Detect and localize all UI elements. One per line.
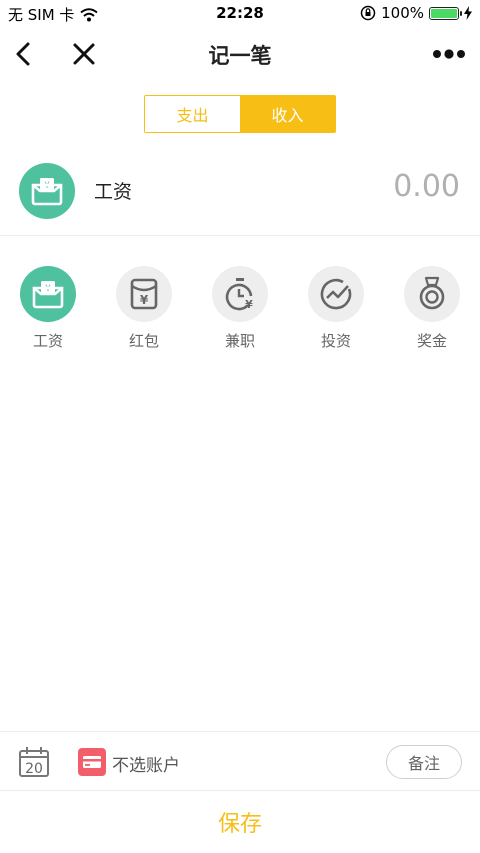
nav-bar: 记一笔 — [0, 28, 480, 80]
account-selector[interactable]: 不选账户 — [112, 751, 180, 776]
category-grid: ¥ 工资 ¥ 红包 ¥ 兼职 投资 奖金 — [0, 266, 480, 366]
category-item-salary[interactable]: ¥ 工资 — [0, 266, 96, 351]
more-icon[interactable] — [432, 42, 466, 66]
wallet-icon: ¥ — [31, 178, 63, 206]
selected-category-label: 工资 — [94, 181, 133, 203]
status-right: 100% — [360, 4, 472, 22]
trend-icon — [320, 278, 352, 310]
tab-expense[interactable]: 支出 — [145, 96, 240, 132]
tab-income[interactable]: 收入 — [240, 96, 335, 132]
page-title: 记一笔 — [208, 44, 272, 68]
category-label: 工资 — [32, 332, 63, 350]
save-button[interactable]: 保存 — [0, 791, 480, 853]
stopwatch-yen-icon: ¥ — [225, 278, 253, 311]
category-label: 兼职 — [224, 332, 255, 350]
amount-display[interactable]: 0.00 — [393, 169, 460, 204]
svg-text:¥: ¥ — [140, 293, 149, 307]
category-icon-bg — [404, 266, 460, 322]
charging-bolt-icon — [464, 6, 472, 20]
category-label: 投资 — [320, 332, 351, 350]
medal-icon — [419, 276, 445, 310]
category-item-part-time[interactable]: ¥ 兼职 — [192, 266, 288, 351]
battery-icon — [429, 6, 462, 20]
category-item-investment[interactable]: 投资 — [288, 266, 384, 351]
category-label: 红包 — [128, 332, 159, 350]
orientation-lock-icon — [360, 5, 376, 21]
category-icon-bg: ¥ — [212, 266, 268, 322]
category-item-red-envelope[interactable]: ¥ 红包 — [96, 266, 192, 351]
type-segment: 支出 收入 — [144, 95, 336, 133]
note-button[interactable]: 备注 — [386, 745, 462, 779]
svg-text:¥: ¥ — [245, 298, 253, 311]
category-label: 奖金 — [416, 332, 447, 350]
bottom-toolbar: 20 不选账户 备注 — [0, 731, 480, 791]
wallet-icon: ¥ — [32, 281, 64, 309]
category-item-bonus[interactable]: 奖金 — [384, 266, 480, 351]
category-icon-bg: ¥ — [116, 266, 172, 322]
selected-category-row: ¥ 工资 0.00 — [0, 150, 480, 236]
calendar-icon[interactable]: 20 — [18, 746, 50, 778]
red-envelope-icon: ¥ — [130, 278, 158, 310]
card-icon — [83, 756, 101, 768]
category-icon-bg: ¥ — [20, 266, 76, 322]
category-icon-bg — [308, 266, 364, 322]
calendar-day: 20 — [25, 761, 43, 777]
battery-percent: 100% — [381, 4, 424, 22]
selected-category-icon: ¥ — [19, 163, 75, 219]
account-card-icon — [78, 748, 106, 776]
status-bar: 无 SIM 卡 22:28 100% — [0, 0, 480, 28]
